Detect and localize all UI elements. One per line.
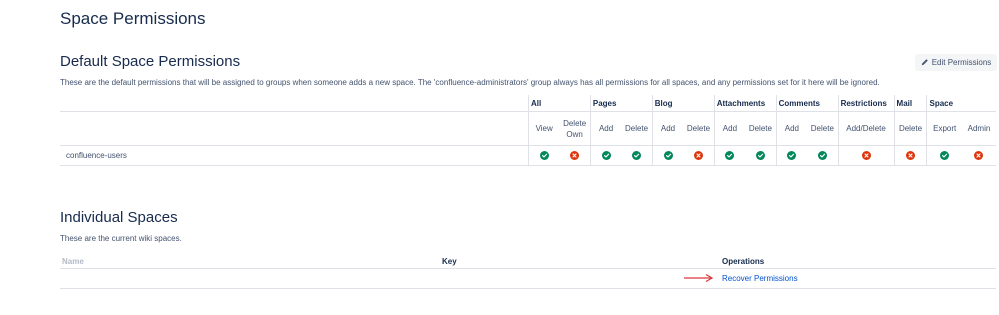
permission-column-header: View [527, 111, 560, 146]
cross-circle-icon [861, 151, 871, 161]
cross-circle-icon [906, 151, 915, 161]
cross-circle-icon [570, 151, 580, 161]
page-title: Space Permissions [60, 9, 206, 28]
permission-group-header: Pages [589, 95, 653, 112]
edit-permissions-label: Edit Permissions [931, 58, 992, 67]
permission-cell [713, 145, 746, 166]
space-row: Recover Permissions [60, 268, 996, 289]
key-column-header: Key [440, 254, 720, 269]
permission-column-header: Add [589, 111, 622, 146]
edit-permissions-button[interactable]: Edit Permissions [915, 54, 997, 71]
permission-column-header: Delete [893, 111, 927, 146]
check-circle-icon [632, 151, 642, 161]
cross-circle-icon [974, 151, 984, 161]
check-circle-icon [755, 151, 765, 161]
permission-column-header: Delete [621, 111, 653, 146]
individual-spaces-heading: Individual Spaces [60, 209, 178, 226]
name-column-header: Name [60, 254, 440, 269]
check-circle-icon [539, 151, 549, 161]
permission-cell [559, 145, 591, 166]
check-circle-icon [940, 151, 950, 161]
permission-cell [527, 145, 560, 166]
permission-group-header: All [527, 95, 591, 112]
permission-cell [893, 145, 927, 166]
cross-circle-icon [693, 151, 703, 161]
permission-cell [745, 145, 777, 166]
permission-cell [926, 145, 962, 166]
permission-group-header: Attachments [713, 95, 777, 112]
default-permissions-table: All Pages Blog Attachments Comments Restricti… [60, 95, 996, 166]
group-name-cell: confluence-users [60, 145, 529, 166]
permission-cell [621, 145, 653, 166]
permission-column-header: Delete [807, 111, 839, 146]
permission-group-header: Mail [893, 95, 927, 112]
operations-column-header: Operations [720, 254, 996, 269]
permission-column-header: Add [713, 111, 746, 146]
permission-cell [775, 145, 808, 166]
permission-column-header: Delete Own [559, 111, 591, 146]
permission-column-header: Add/Delete [837, 111, 895, 146]
permission-group-header: Blog [651, 95, 715, 112]
group-column-spacer [60, 95, 529, 112]
check-circle-icon [725, 151, 735, 161]
permission-column-header: Delete [683, 111, 715, 146]
annotation-arrow-icon [684, 273, 714, 283]
permission-column-header: Export [926, 111, 962, 146]
space-key-cell [440, 268, 720, 289]
check-circle-icon [601, 151, 611, 161]
check-circle-icon [787, 151, 797, 161]
individual-spaces-description: These are the current wiki spaces. [60, 234, 182, 243]
space-operations-cell: Recover Permissions [720, 268, 996, 289]
permission-cell [651, 145, 684, 166]
permission-cell [837, 145, 895, 166]
individual-spaces-table: Name Key Operations Recover Permissions [60, 254, 996, 289]
default-permissions-heading: Default Space Permissions [60, 53, 241, 70]
permission-group-header: Comments [775, 95, 839, 112]
group-column-spacer [60, 111, 529, 146]
permission-column-header: Delete [745, 111, 777, 146]
permission-column-header: Add [651, 111, 684, 146]
permission-group-header: Restrictions [837, 95, 895, 112]
permission-row: confluence-users [60, 145, 996, 166]
permission-group-header: Space [926, 95, 996, 112]
recover-permissions-link[interactable]: Recover Permissions [722, 274, 798, 283]
permission-column-header: Admin [961, 111, 996, 146]
permission-column-header: Add [775, 111, 808, 146]
pencil-icon [921, 58, 929, 68]
permission-cell [961, 145, 996, 166]
permission-cell [807, 145, 839, 166]
space-name-cell [60, 268, 440, 289]
permission-cell [683, 145, 715, 166]
default-permissions-description: These are the default permissions that w… [60, 78, 880, 87]
check-circle-icon [817, 151, 827, 161]
permission-cell [589, 145, 622, 166]
check-circle-icon [663, 151, 673, 161]
